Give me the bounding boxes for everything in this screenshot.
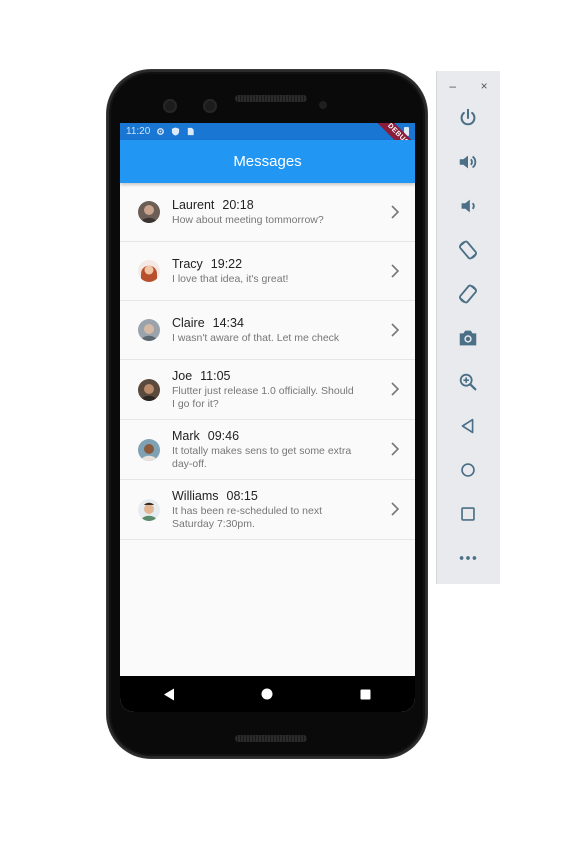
emulator-toolbar: – × xyxy=(436,71,500,584)
emulator-back-button[interactable] xyxy=(456,414,480,438)
zoom-icon xyxy=(459,373,477,391)
message-item-mark[interactable]: Mark 09:46 It totally makes sens to get s… xyxy=(120,420,415,480)
earpiece-speaker xyxy=(235,95,307,102)
bottom-speaker xyxy=(235,735,307,742)
message-sender: Mark 09:46 xyxy=(172,429,240,443)
rotate-left-icon xyxy=(459,240,477,260)
window-controls: – × xyxy=(437,79,500,93)
screenshot-button[interactable] xyxy=(456,326,480,350)
avatar xyxy=(138,379,160,401)
home-icon xyxy=(261,688,273,700)
volume-up-button[interactable] xyxy=(456,150,480,174)
message-time: 19:22 xyxy=(210,257,243,271)
volume-down-icon xyxy=(461,199,475,213)
message-sender: Williams 08:15 xyxy=(172,489,258,503)
message-item-joe[interactable]: Joe 11:05 Flutter just release 1.0 offici… xyxy=(120,360,415,420)
power-button[interactable] xyxy=(456,106,480,130)
camera-icon xyxy=(459,330,477,346)
system-nav-bar xyxy=(120,676,415,712)
message-time: 20:18 xyxy=(222,198,254,212)
message-time: 08:15 xyxy=(226,489,258,503)
recents-icon xyxy=(360,689,371,699)
message-preview: It totally makes sens to get some extra … xyxy=(172,445,352,470)
emulator-home-button[interactable] xyxy=(456,458,480,482)
message-time: 09:46 xyxy=(207,429,240,443)
back-icon xyxy=(461,418,474,434)
message-list: Laurent 20:18 How about meeting tommorrow… xyxy=(120,183,415,540)
rotate-right-icon xyxy=(459,284,477,304)
emulator-overview-button[interactable] xyxy=(456,502,480,526)
device-screen: 11:20 DEBUG Messages Laurent 20:18 How ab… xyxy=(120,123,415,712)
chevron-right-icon xyxy=(391,264,400,278)
rotate-left-button[interactable] xyxy=(456,238,480,262)
more-icon xyxy=(459,556,477,560)
proximity-sensor xyxy=(163,99,177,113)
message-item-laurent[interactable]: Laurent 20:18 How about meeting tommorrow… xyxy=(120,183,415,242)
chevron-right-icon xyxy=(391,382,400,396)
shield-icon xyxy=(172,127,180,136)
status-bar: 11:20 DEBUG xyxy=(120,123,415,164)
message-time: 14:34 xyxy=(212,316,244,330)
message-sender: Claire 14:34 xyxy=(172,316,244,330)
nav-recents-button[interactable] xyxy=(359,687,373,701)
light-sensor xyxy=(203,99,217,113)
avatar xyxy=(138,201,160,223)
message-sender: Tracy 19:22 xyxy=(172,257,243,271)
overview-icon xyxy=(461,507,475,521)
nav-back-button[interactable] xyxy=(162,687,176,701)
chevron-right-icon xyxy=(391,502,400,516)
message-time: 11:05 xyxy=(200,369,231,383)
volume-down-button[interactable] xyxy=(456,194,480,218)
chevron-right-icon xyxy=(391,323,400,337)
rotate-right-button[interactable] xyxy=(456,282,480,306)
avatar xyxy=(138,499,160,521)
avatar xyxy=(138,439,160,461)
gear-icon xyxy=(157,128,165,135)
avatar xyxy=(138,260,160,282)
message-preview: Flutter just release 1.0 officially. Sho… xyxy=(172,385,354,410)
volume-up-icon xyxy=(459,155,477,169)
message-preview: It has been re-scheduled to next Saturda… xyxy=(172,505,323,530)
message-preview: I love that idea, it's great! xyxy=(172,273,289,285)
zoom-button[interactable] xyxy=(456,370,480,394)
back-icon xyxy=(164,688,175,700)
chevron-right-icon xyxy=(391,205,400,219)
message-item-tracy[interactable]: Tracy 19:22 I love that idea, it's great! xyxy=(120,242,415,301)
more-button[interactable] xyxy=(456,546,480,570)
message-item-claire[interactable]: Claire 14:34 I wasn't aware of that. Let … xyxy=(120,301,415,360)
chevron-right-icon xyxy=(391,442,400,456)
message-sender: Joe 11:05 xyxy=(172,369,231,383)
home-icon xyxy=(461,463,475,477)
sim-card-icon xyxy=(188,127,194,136)
message-preview: How about meeting tommorrow? xyxy=(172,214,324,226)
message-item-williams[interactable]: Williams 08:15 It has been re-scheduled t… xyxy=(120,480,415,540)
page-title: Messages xyxy=(233,153,302,170)
front-camera xyxy=(319,101,327,109)
avatar xyxy=(138,319,160,341)
close-button[interactable]: × xyxy=(481,79,488,93)
status-time: 11:20 xyxy=(126,126,151,137)
minimize-button[interactable]: – xyxy=(449,79,456,93)
message-sender: Laurent 20:18 xyxy=(172,198,254,212)
nav-home-button[interactable] xyxy=(260,687,274,701)
power-icon xyxy=(460,108,476,126)
message-preview: I wasn't aware of that. Let me check xyxy=(172,332,340,344)
app-bar: Messages xyxy=(120,140,415,183)
